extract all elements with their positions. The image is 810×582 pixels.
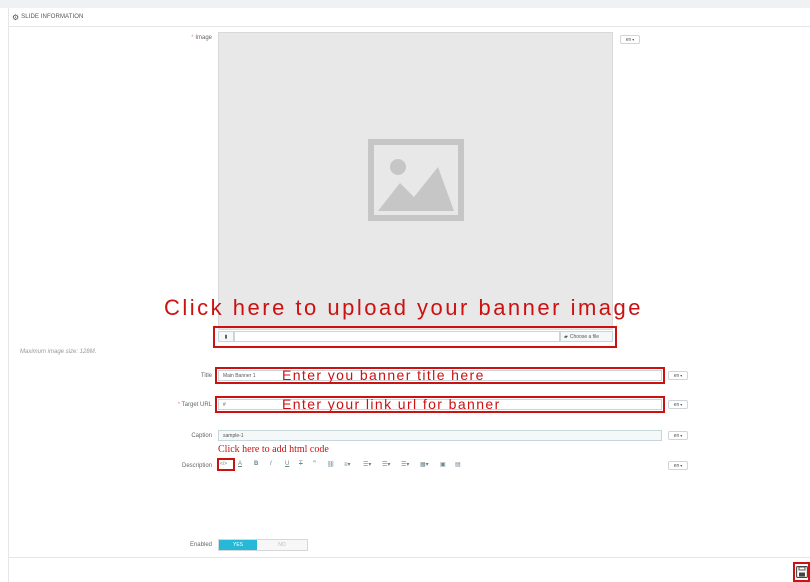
save-icon[interactable]	[796, 566, 808, 578]
media-icon[interactable]: ▤	[455, 461, 461, 468]
file-icon: ▮	[218, 331, 234, 342]
link-icon[interactable]: ⛓	[327, 461, 335, 468]
top-strip	[0, 0, 810, 8]
description-lang-select[interactable]: en ▾	[668, 461, 688, 470]
table-dropdown-icon[interactable]: ▦▾	[420, 461, 429, 468]
image-placeholder-icon	[368, 139, 464, 221]
panel-title: SLIDE INFORMATION	[21, 14, 84, 20]
caption-input[interactable]: sample-1	[218, 430, 662, 441]
bold-icon[interactable]: B	[254, 461, 258, 467]
folder-icon: ▰	[564, 333, 568, 340]
image-lang-select[interactable]: en ▾	[620, 35, 640, 44]
numbered-list-dropdown-icon[interactable]: ☰▾	[382, 461, 390, 468]
footer-divider	[9, 557, 810, 558]
description-label: Description	[181, 463, 212, 469]
enabled-no[interactable]: NO	[257, 540, 307, 550]
title-annotation: Enter you banner title here	[282, 367, 485, 383]
quote-icon[interactable]: ”	[313, 461, 316, 467]
enabled-toggle[interactable]: YES NO	[218, 539, 308, 551]
image-preview[interactable]	[218, 32, 613, 330]
upload-annotation: Click here to upload your banner image	[164, 295, 644, 320]
caption-lang-select[interactable]: en ▾	[668, 431, 688, 440]
strikethrough-icon[interactable]: T	[299, 461, 303, 467]
title-lang-select[interactable]: en ▾	[668, 371, 688, 380]
enabled-yes[interactable]: YES	[219, 540, 257, 550]
italic-icon[interactable]: I	[270, 461, 272, 467]
choose-file-button[interactable]: ▰ Choose a file	[560, 331, 613, 342]
panel-header: ⚙ SLIDE INFORMATION	[9, 8, 810, 27]
bullet-list-dropdown-icon[interactable]: ☰▾	[363, 461, 371, 468]
cogs-icon: ⚙	[12, 12, 20, 22]
underline-icon[interactable]: U	[285, 461, 289, 467]
caption-label: Caption	[191, 433, 212, 439]
image-insert-icon[interactable]: ▣	[440, 461, 446, 468]
align-dropdown-icon[interactable]: ≡▾	[344, 461, 351, 468]
text-color-icon[interactable]: A	[238, 461, 242, 467]
description-annotation: Click here to add html code	[218, 444, 329, 455]
title-label: Title	[200, 373, 212, 379]
enabled-label: Enabled	[189, 542, 212, 548]
indent-dropdown-icon[interactable]: ☰▾	[401, 461, 409, 468]
target-url-annotation: Enter your link url for banner	[282, 396, 501, 412]
file-name-input[interactable]	[234, 331, 560, 342]
image-label: * Image	[191, 35, 212, 41]
code-view-icon[interactable]: </>	[220, 461, 227, 467]
target-url-lang-select[interactable]: en ▾	[668, 400, 688, 409]
max-size-hint: Maximum image size: 128M.	[20, 349, 97, 355]
target-url-label: * Target URL	[177, 402, 212, 408]
